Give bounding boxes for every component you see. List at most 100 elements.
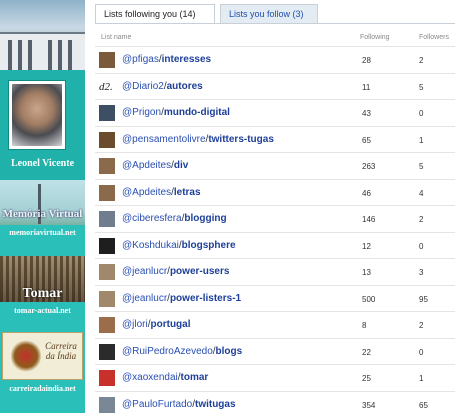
blog-url[interactable]: tomar-actual.net — [0, 306, 85, 315]
blog-banner-memoria-virtual[interactable]: Memória Virtual memoriavirtual.net — [0, 180, 85, 240]
blog-banner-carreira-da-india[interactable]: Carreira da Índia carreiradaindia.net — [0, 318, 85, 413]
list-link[interactable]: @Koshdukai/blogsphere — [122, 240, 236, 251]
list-link[interactable]: @pensamentolivre/twitters-tugas — [122, 134, 274, 145]
avatar[interactable] — [99, 290, 115, 307]
list-owner[interactable]: @Koshdukai — [122, 240, 179, 251]
list-link[interactable]: @Prigon/mundo-digital — [122, 107, 230, 118]
list-name[interactable]: blogs — [216, 346, 243, 357]
header-building-image — [0, 0, 85, 70]
followers-count: 0 — [419, 241, 424, 251]
list-name[interactable]: power-users — [170, 266, 229, 277]
list-owner[interactable]: @jeanlucr — [122, 293, 167, 304]
list-row[interactable]: @RuiPedroAzevedo/blogs 22 0 — [95, 337, 455, 365]
blog-url[interactable]: memoriavirtual.net — [0, 225, 85, 240]
tab-lists-following-you[interactable]: Lists following you (14) — [95, 4, 215, 24]
list-link[interactable]: @PauloFurtado/twitugas — [122, 399, 236, 410]
list-row[interactable]: @Apdeites/div 263 5 — [95, 152, 455, 179]
list-row[interactable]: @jeanlucr/power-listers-1 500 95 — [95, 284, 455, 312]
avatar[interactable] — [99, 158, 115, 174]
list-row[interactable]: @ciberesfera/blogging 146 2 — [95, 205, 455, 232]
list-link[interactable]: @Diario2/autores — [122, 81, 203, 92]
following-count: 146 — [362, 215, 376, 224]
avatar[interactable] — [99, 184, 115, 201]
followers-count: 0 — [419, 109, 424, 118]
list-owner[interactable]: @RuiPedroAzevedo — [122, 346, 213, 357]
blog-banner-tomar[interactable]: Tomar tomar-actual.net — [0, 240, 85, 318]
list-name[interactable]: interesses — [162, 54, 211, 65]
avatar[interactable] — [99, 317, 115, 333]
list-link[interactable]: @jlori/portugal — [122, 319, 191, 330]
list-owner[interactable]: @xaoxendai — [122, 372, 178, 383]
avatar[interactable] — [99, 131, 115, 148]
main-content: Lists following you (14) Lists you follo… — [85, 0, 455, 413]
followers-count: 5 — [419, 82, 424, 92]
list-owner[interactable]: @Apdeites — [122, 187, 171, 198]
tab-divider — [95, 23, 455, 24]
followers-count: 1 — [419, 374, 424, 383]
list-link[interactable]: @xaoxendai/tomar — [122, 372, 208, 383]
column-header-following: Following — [360, 34, 390, 41]
list-link[interactable]: @pfigas/interesses — [122, 54, 211, 65]
list-link[interactable]: @jeanlucr/power-users — [122, 266, 229, 277]
list-row[interactable]: @PauloFurtado/twitugas 354 65 — [95, 390, 455, 413]
table-header: List name Following Followers — [95, 34, 455, 46]
followers-count: 3 — [419, 268, 424, 277]
followers-count: 2 — [419, 321, 424, 330]
list-row[interactable]: @Koshdukai/blogsphere 12 0 — [95, 231, 455, 259]
avatar[interactable] — [99, 105, 115, 121]
avatar[interactable] — [99, 343, 115, 360]
list-owner[interactable]: @jeanlucr — [122, 266, 167, 277]
list-owner[interactable]: @Prigon — [122, 107, 161, 118]
avatar[interactable] — [99, 370, 115, 386]
profile-photo[interactable] — [8, 80, 66, 150]
list-owner[interactable]: @pensamentolivre — [122, 134, 206, 145]
list-name[interactable]: div — [174, 160, 188, 171]
followers-count: 2 — [419, 215, 424, 224]
list-link[interactable]: @RuiPedroAzevedo/blogs — [122, 346, 242, 357]
list-row[interactable]: @pensamentolivre/twitters-tugas 65 1 — [95, 125, 455, 153]
list-name[interactable]: letras — [174, 187, 201, 198]
list-row[interactable]: @jlori/portugal 8 2 — [95, 311, 455, 338]
avatar[interactable] — [99, 211, 115, 227]
list-name[interactable]: twitugas — [195, 399, 236, 410]
list-name[interactable]: mundo-digital — [164, 107, 230, 118]
list-row[interactable]: @jeanlucr/power-users 13 3 — [95, 258, 455, 285]
blog-url[interactable]: carreiradaindia.net — [0, 384, 85, 393]
avatar[interactable] — [99, 237, 115, 254]
followers-count: 1 — [419, 135, 424, 145]
list-owner[interactable]: @PauloFurtado — [122, 399, 192, 410]
lists-table: @pfigas/interesses 28 2 d2. @Diario2/autores… — [95, 46, 455, 413]
avatar[interactable] — [99, 52, 115, 68]
list-owner[interactable]: @jlori — [122, 319, 148, 330]
list-name[interactable]: power-listers-1 — [170, 293, 241, 304]
list-link[interactable]: @Apdeites/div — [122, 160, 188, 171]
profile-card[interactable]: Leonel Vicente — [0, 70, 85, 180]
avatar[interactable] — [99, 396, 115, 413]
list-name[interactable]: autores — [167, 81, 203, 92]
list-name[interactable]: tomar — [181, 372, 209, 383]
list-name[interactable]: blogsphere — [182, 240, 236, 251]
list-owner[interactable]: @Apdeites — [122, 160, 171, 171]
avatar[interactable] — [99, 264, 115, 280]
list-row[interactable]: @pfigas/interesses 28 2 — [95, 46, 455, 73]
sidebar: Leonel Vicente Memória Virtual memoriavi… — [0, 0, 85, 413]
following-count: 500 — [362, 294, 376, 304]
list-name[interactable]: twitters-tugas — [208, 134, 274, 145]
list-row[interactable]: @xaoxendai/tomar 25 1 — [95, 364, 455, 391]
avatar[interactable]: d2. — [99, 78, 115, 95]
list-owner[interactable]: @pfigas — [122, 54, 159, 65]
list-name[interactable]: blogging — [184, 213, 226, 224]
followers-count: 4 — [419, 188, 424, 198]
followers-count: 2 — [419, 56, 424, 65]
list-owner[interactable]: @Diario2 — [122, 81, 164, 92]
list-link[interactable]: @jeanlucr/power-listers-1 — [122, 293, 241, 304]
list-link[interactable]: @ciberesfera/blogging — [122, 213, 227, 224]
list-link[interactable]: @Apdeites/letras — [122, 187, 201, 198]
list-row[interactable]: d2. @Diario2/autores 11 5 — [95, 72, 455, 100]
list-row[interactable]: @Prigon/mundo-digital 43 0 — [95, 99, 455, 126]
list-row[interactable]: @Apdeites/letras 46 4 — [95, 178, 455, 206]
tab-lists-you-follow[interactable]: Lists you follow (3) — [220, 4, 318, 24]
following-count: 25 — [362, 374, 371, 383]
list-name[interactable]: portugal — [151, 319, 191, 330]
list-owner[interactable]: @ciberesfera — [122, 213, 182, 224]
